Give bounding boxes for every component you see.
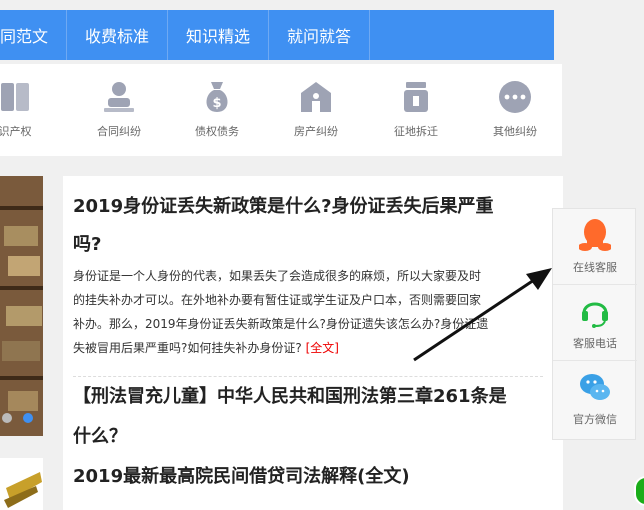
article-title[interactable]: 【刑法冒充儿童】中华人民共和国刑法第三章261条是 <box>73 378 553 416</box>
category-label: 合同纠纷 <box>97 125 141 138</box>
nav-item-qa[interactable]: 就问就答 <box>269 10 371 60</box>
headset-icon <box>582 302 608 328</box>
top-nav: 合同范文 收费标准 知识精选 就问就答 <box>0 10 554 60</box>
money-bag-icon: $ <box>206 82 228 112</box>
category-other[interactable]: 其他纠纷 <box>472 64 552 156</box>
article-title[interactable]: 2019最新最高院民间借贷司法解释(全文) <box>73 458 553 496</box>
service-label: 在线客服 <box>573 261 617 274</box>
thumbnail-image[interactable] <box>0 458 43 510</box>
nav-item-contract-templates[interactable]: 合同范文 <box>0 10 68 60</box>
nav-item-knowledge[interactable]: 知识精选 <box>168 10 270 60</box>
book <box>6 306 42 326</box>
book <box>2 341 40 361</box>
shelf <box>0 286 43 290</box>
summary-line: 失被冒用后果严重吗?如何挂失补办身份证? <box>73 341 302 355</box>
summary-line-last: 失被冒用后果严重吗?如何挂失补办身份证? [全文] <box>73 336 541 360</box>
book <box>8 391 38 411</box>
shelf <box>0 376 43 380</box>
shelf <box>0 206 43 210</box>
house-icon <box>301 82 331 112</box>
qq-penguin-icon <box>579 219 611 251</box>
wechat-button[interactable]: 官方微信 <box>553 361 637 437</box>
thumbnail-graphic <box>0 458 43 510</box>
more-icon <box>499 81 531 113</box>
category-label: 征地拆迁 <box>394 125 438 138</box>
article-title-cont[interactable]: 什么？ <box>73 418 553 456</box>
book <box>8 256 40 276</box>
nav-item-fee-standards[interactable]: 收费标准 <box>67 10 169 60</box>
online-service-button[interactable]: 在线客服 <box>553 209 637 285</box>
category-strip: 识产权 合同纠纷 $ 债权债务 房产纠纷 征地拆迁 其他纠纷 <box>0 64 562 156</box>
carousel-dot-active[interactable] <box>23 413 33 423</box>
service-label: 客服电话 <box>573 337 617 350</box>
category-property[interactable]: 房产纠纷 <box>273 64 353 156</box>
summary-line: 的挂失补办才可以。在外地补办要有暂住证或学生证及户口本，否则需要回家 <box>73 293 482 307</box>
service-sidebar: 在线客服 客服电话 官方微信 <box>552 208 637 440</box>
demolition-icon <box>404 82 428 112</box>
article-title[interactable]: 2019身份证丢失新政策是什么?身份证丢失后果严重 <box>73 188 553 226</box>
category-label: 其他纠纷 <box>493 125 537 138</box>
article-summary: 身份证是一个人身份的代表，如果丢失了会造成很多的麻烦，所以大家要及时 的挂失补办… <box>73 264 541 360</box>
carousel-dot[interactable] <box>2 413 12 423</box>
service-label: 官方微信 <box>573 413 617 426</box>
article-title-cont[interactable]: 吗? <box>73 226 553 264</box>
summary-line: 身份证是一个人身份的代表，如果丢失了会造成很多的麻烦，所以大家要及时 <box>73 269 482 283</box>
category-contract[interactable]: 合同纠纷 <box>76 64 156 156</box>
category-label: 识产权 <box>0 125 32 138</box>
category-label: 债权债务 <box>195 125 239 138</box>
service-phone-button[interactable]: 客服电话 <box>553 285 637 361</box>
full-text-link[interactable]: [全文] <box>306 341 339 355</box>
summary-line: 补办。那么，2019年身份证丢失新政策是什么?身份证遗失该怎么办?身份证遗 <box>73 317 489 331</box>
article-panel: 2019身份证丢失新政策是什么?身份证丢失后果严重 吗? 身份证是一个人身份的代… <box>63 176 563 510</box>
book <box>4 226 38 246</box>
person-stamp-icon <box>104 82 134 112</box>
svg-text:$: $ <box>212 96 221 111</box>
wechat-icon <box>580 374 610 400</box>
category-demolition[interactable]: 征地拆迁 <box>373 64 453 156</box>
category-debt[interactable]: $ 债权债务 <box>174 64 254 156</box>
category-ip[interactable]: 识产权 <box>0 64 52 156</box>
banner-image[interactable] <box>0 176 43 436</box>
category-label: 房产纠纷 <box>294 125 338 138</box>
divider <box>73 376 543 377</box>
floating-chat-button[interactable] <box>634 476 644 506</box>
book-icon <box>1 83 29 111</box>
